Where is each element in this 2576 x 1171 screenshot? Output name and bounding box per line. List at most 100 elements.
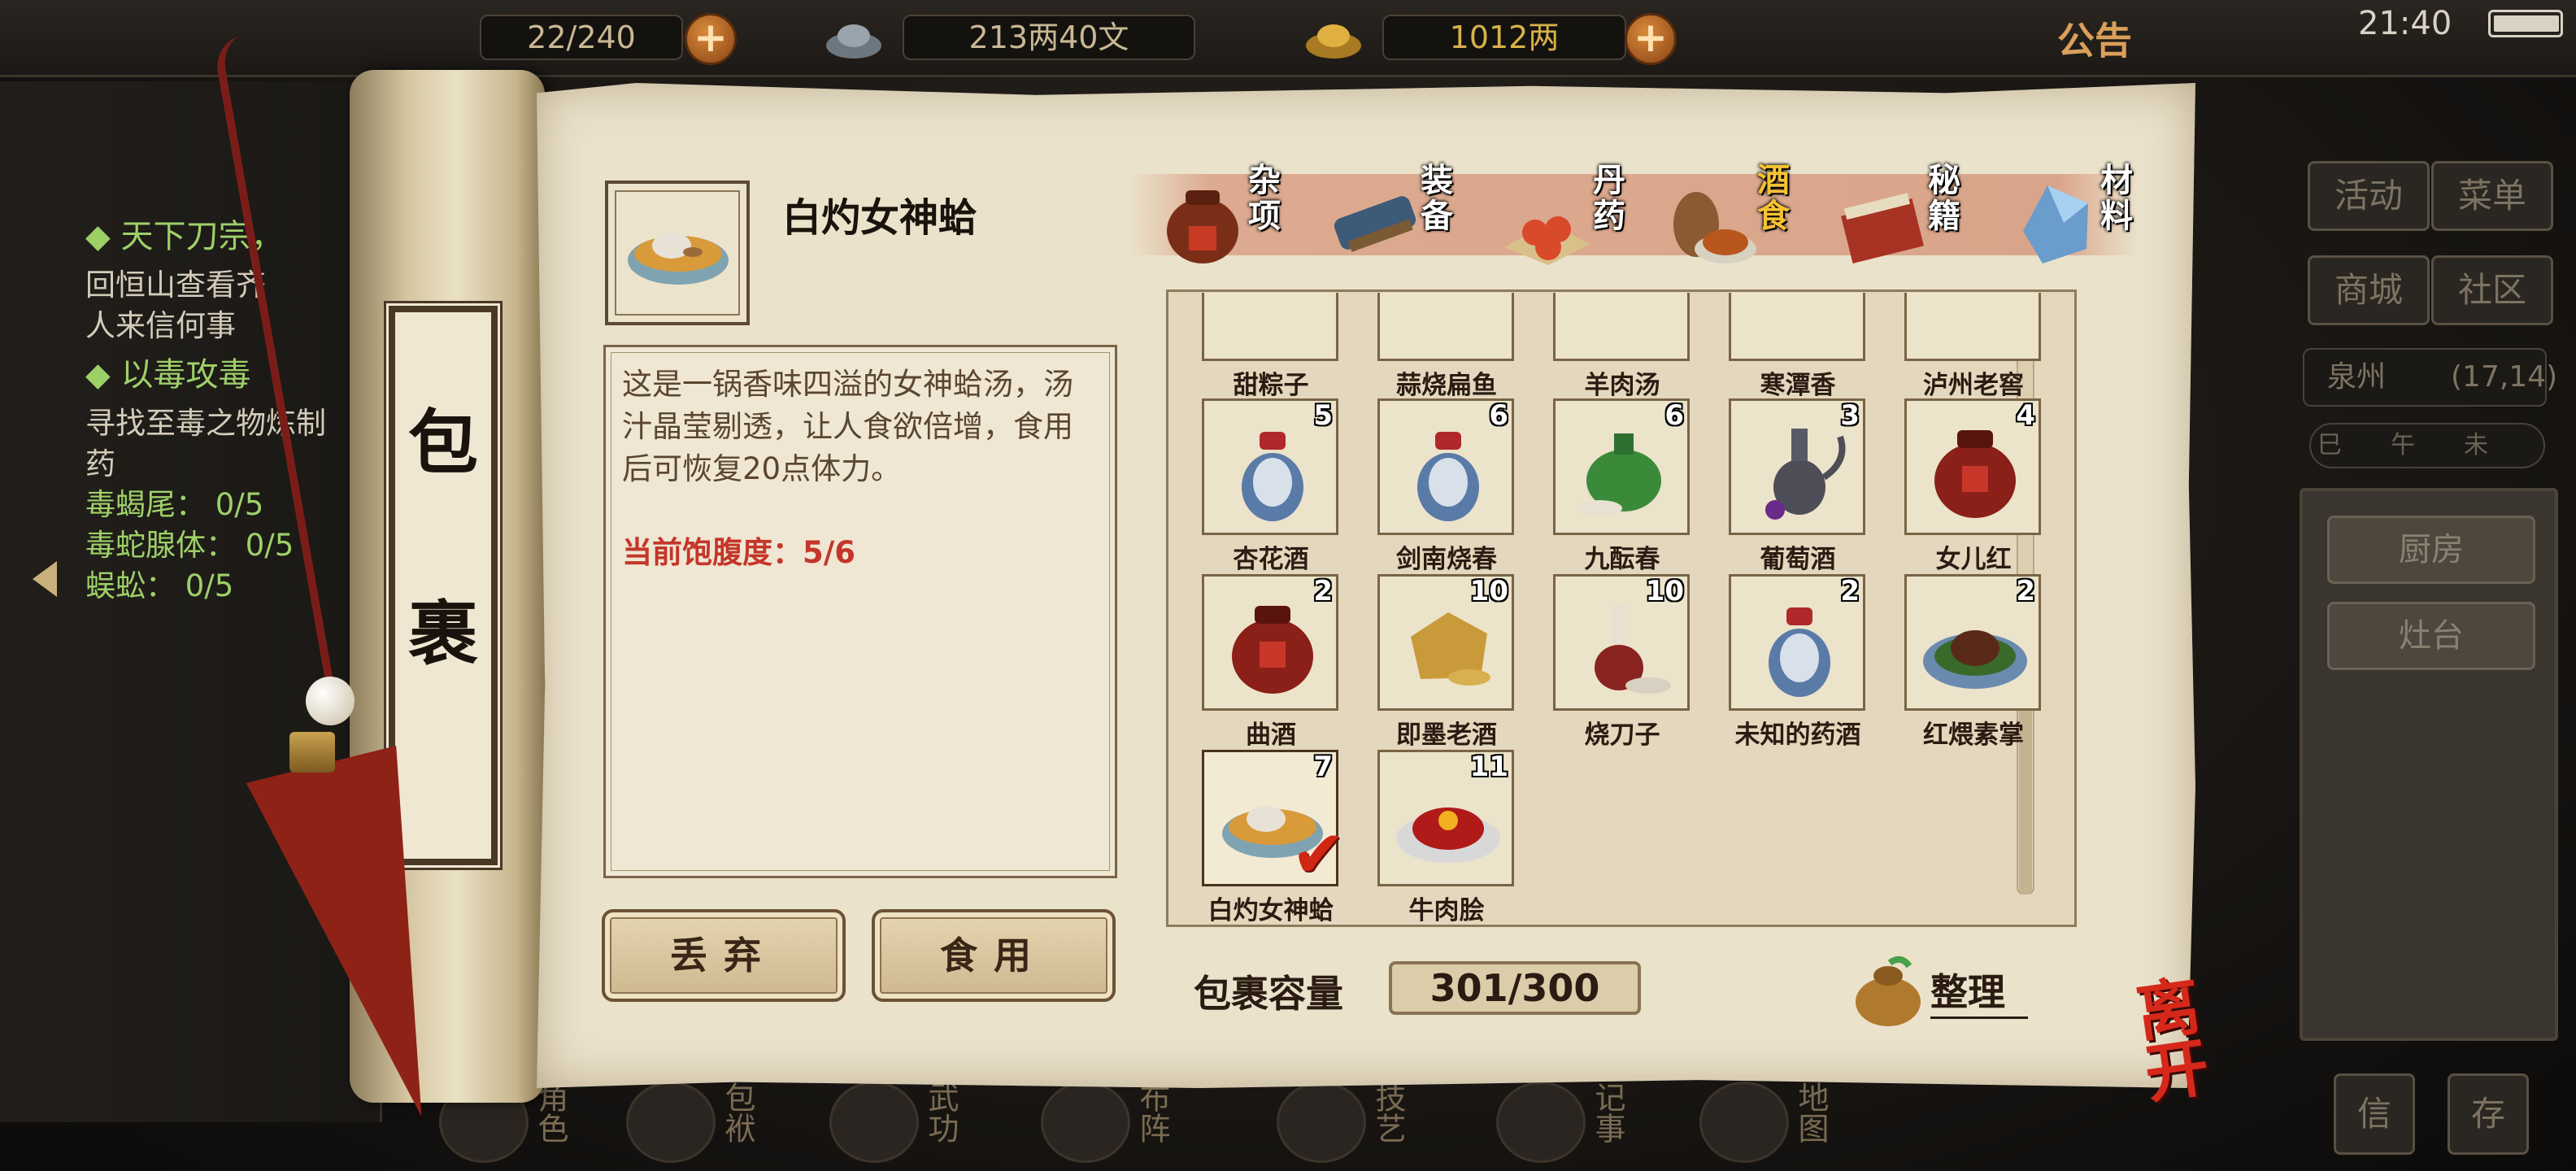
quest-1-desc-2: 人来信何事 [85, 308, 236, 343]
add-stamina-button[interactable]: + [685, 13, 737, 65]
community-button[interactable]: 社区 [2431, 255, 2553, 325]
notice-button[interactable]: 公告 [2057, 11, 2132, 65]
tab-pills-label: 丹药 [1593, 162, 1625, 235]
inventory-slot[interactable]: 2 [1729, 574, 1865, 711]
tab-wine-food[interactable]: 酒食 [1651, 159, 1813, 281]
tab-manuals[interactable]: 秘籍 [1821, 159, 1984, 281]
tab-pills[interactable]: 丹药 [1486, 159, 1649, 281]
item-name: 烧刀子 [1584, 720, 1660, 750]
inventory-slot[interactable] [1904, 293, 2041, 361]
quest-2-desc-2: 药 [85, 446, 115, 481]
inventory-slot[interactable] [1377, 293, 1514, 361]
inventory-slot[interactable]: 5 [1202, 398, 1338, 535]
inventory-slot[interactable]: 3 [1729, 398, 1865, 535]
tassel-cap [289, 732, 335, 773]
item-count: 10 [1469, 575, 1508, 607]
wine-pot-icon [1765, 429, 1846, 520]
inventory-slot[interactable] [1729, 293, 1865, 361]
soup-bowl-icon [628, 233, 729, 285]
item-name: 牛肉脍 [1408, 896, 1485, 925]
item-count: 3 [1840, 399, 1860, 432]
inventory-slot[interactable]: 7 ✔ [1202, 750, 1346, 892]
dish-icon [1923, 630, 2027, 689]
item-name: 杏花酒 [1233, 545, 1309, 574]
tab-materials[interactable]: 材料 [1994, 159, 2156, 281]
inventory-slot[interactable]: 2 [1202, 574, 1338, 711]
discard-button[interactable]: 丢弃 [602, 909, 846, 1002]
map-nav-icon[interactable] [1699, 1082, 1789, 1163]
sort-underline [1930, 1016, 2028, 1019]
item-count: 6 [1664, 399, 1684, 432]
item-name: 曲酒 [1246, 720, 1296, 750]
inventory-slot[interactable]: 2 [1904, 574, 2041, 711]
martial-nav-icon[interactable] [829, 1082, 919, 1163]
inventory-slot[interactable] [1202, 293, 1338, 361]
quest-count-2: 毒蛇腺体： 0/5 [85, 528, 294, 563]
inventory-slot[interactable]: 6 [1553, 398, 1690, 535]
item-count: 6 [1489, 399, 1508, 432]
nav-formation[interactable]: 布阵 [1130, 1082, 1175, 1143]
wine-vase-icon [1417, 432, 1479, 521]
selected-check-icon: ✔ [1290, 816, 1346, 892]
item-name: 蒜烧扁鱼 [1396, 371, 1497, 400]
item-count: 5 [1313, 399, 1333, 432]
nav-martial[interactable]: 武功 [919, 1082, 964, 1143]
wine-vase-icon [1242, 432, 1303, 521]
inventory-slot[interactable]: 10 [1377, 574, 1514, 711]
skill-nav-icon[interactable] [1277, 1082, 1366, 1163]
inventory-slot[interactable]: 6 [1377, 398, 1514, 535]
time-strip: 巳午未 [2309, 423, 2545, 468]
dialog-title: 包 裹 [386, 303, 500, 868]
tab-misc[interactable]: 杂项 [1142, 159, 1304, 281]
kitchen-button[interactable]: 厨房 [2327, 516, 2535, 584]
top-bar: 22/240 + 213两40文 1012两 + 公告 21:40 [0, 0, 2576, 77]
shop-button[interactable]: 商城 [2308, 255, 2430, 325]
journal-nav-icon[interactable] [1496, 1082, 1586, 1163]
inventory-slot[interactable]: 11 [1377, 750, 1514, 886]
tab-wine-food-label: 酒食 [1757, 162, 1790, 235]
item-name: 剑南烧春 [1396, 545, 1497, 574]
nav-map[interactable]: 地图 [1789, 1082, 1834, 1143]
leave-button[interactable]: 离开 [2132, 969, 2261, 1112]
inventory-slot[interactable] [1553, 293, 1690, 361]
item-count: 2 [1313, 575, 1333, 607]
item-count: 7 [1313, 751, 1333, 783]
red-jar-icon [1934, 430, 2016, 518]
capacity-value: 301/300 [1389, 961, 1641, 1015]
selected-item-icon-frame [605, 181, 750, 325]
satiety-status: 当前饱腹度：5/6 [622, 535, 856, 570]
money-box: 213两40文 [903, 15, 1195, 60]
inventory-slot[interactable]: 4 [1904, 398, 2041, 535]
mail-button[interactable]: 信 [2334, 1073, 2415, 1155]
selected-item-name: 白灼女神蛤 [782, 195, 978, 241]
formation-nav-icon[interactable] [1041, 1082, 1130, 1163]
crystal-icon [2023, 185, 2088, 263]
sort-button[interactable]: 整理 [1849, 947, 2036, 1028]
gold-box: 1012两 [1382, 15, 1626, 60]
collapse-arrow-icon[interactable] [33, 561, 57, 597]
save-button[interactable]: 存 [2448, 1073, 2529, 1155]
nav-journal[interactable]: 记事 [1586, 1082, 1630, 1143]
pills-icon [1504, 216, 1590, 265]
tab-equipment[interactable]: 装备 [1314, 159, 1477, 281]
add-gold-button[interactable]: + [1625, 13, 1677, 65]
nav-skill[interactable]: 技艺 [1366, 1082, 1411, 1143]
item-count: 11 [1469, 751, 1508, 783]
sort-label: 整理 [1930, 970, 2005, 1014]
quest-1-desc: 回恒山查看齐 [85, 268, 266, 303]
nav-bag[interactable]: 包袱 [716, 1082, 760, 1143]
bag-nav-icon[interactable] [626, 1082, 716, 1163]
stove-button[interactable]: 灶台 [2327, 602, 2535, 670]
item-name: 羊肉汤 [1584, 371, 1660, 400]
tassel-bead [306, 677, 355, 725]
eat-button[interactable]: 食用 [872, 909, 1116, 1002]
item-count: 4 [2016, 399, 2035, 432]
inventory-slot[interactable]: 10 [1553, 574, 1690, 711]
book-icon [1841, 193, 1924, 263]
quest-2-title[interactable]: ◆ 以毒攻毒 [85, 355, 250, 395]
location-box: 泉州 (17,14) [2303, 348, 2557, 407]
item-name: 女儿红 [1935, 545, 2012, 574]
activity-button[interactable]: 活动 [2308, 161, 2430, 231]
dialog-title-char-1: 包 [408, 402, 478, 484]
menu-button[interactable]: 菜单 [2431, 161, 2553, 231]
